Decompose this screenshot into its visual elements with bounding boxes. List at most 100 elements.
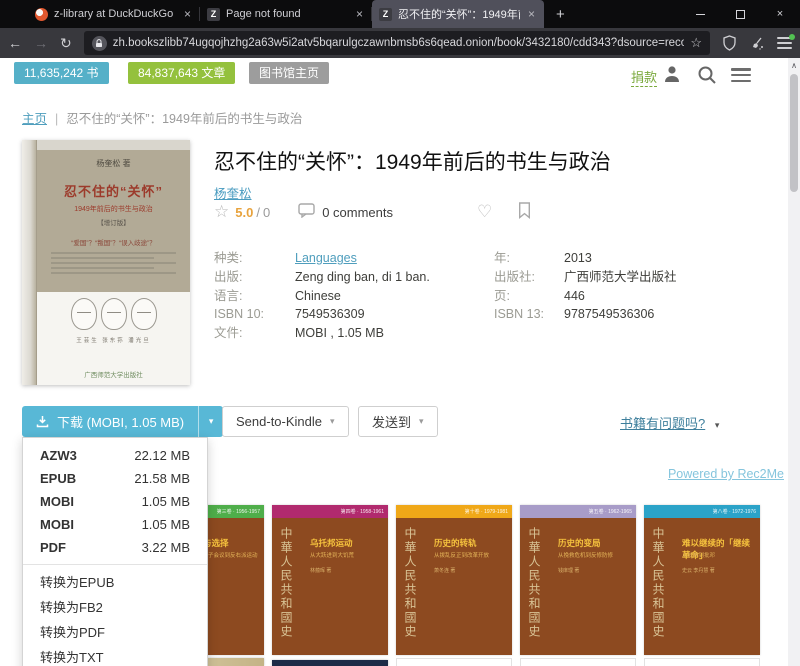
browser-menu-icon[interactable]	[777, 37, 792, 49]
languages-link[interactable]: Languages	[295, 251, 357, 265]
back-button[interactable]: ←	[8, 36, 22, 50]
tab-title: z-library at DuckDuckGo	[54, 8, 176, 20]
convert-option[interactable]: 转换为TXT	[23, 645, 207, 666]
download-format-item[interactable]: MOBI1.05 MB	[23, 490, 207, 513]
meta-label: ISBN 13:	[494, 305, 564, 324]
scroll-up-arrow-icon[interactable]: ∧	[788, 58, 800, 70]
recommended-book-cover[interactable]: 第四卷 · 1958-1961 中華人民共和國史 乌托邦运动 从大跃进到大饥荒 …	[272, 505, 388, 655]
report-book-link[interactable]: 书籍有问题吗?	[620, 416, 705, 431]
site-security-icon[interactable]	[92, 36, 107, 51]
zlibrary-favicon-icon: Z	[207, 8, 220, 21]
book-cover-image[interactable]: 杨奎松 著 忍不住的“关怀” 1949年前后的书生与政治 【增订版】 “爱国”？…	[22, 140, 190, 385]
send-to-button[interactable]: 发送到 ▾	[358, 406, 438, 437]
download-formats-menu: AZW322.12 MB EPUB21.58 MB MOBI1.05 MB MO…	[22, 437, 208, 666]
cover-title: 乌托邦运动	[310, 537, 382, 549]
download-button[interactable]: 下载 (MOBI, 1.05 MB)	[22, 406, 198, 437]
cover-title: 历史的变局	[558, 537, 630, 549]
search-icon[interactable]	[697, 65, 717, 85]
window-controls: ×	[680, 0, 800, 28]
portrait-sketch	[71, 298, 97, 330]
download-button-label: 下载 (MOBI, 1.05 MB)	[57, 412, 184, 431]
minimize-button[interactable]	[680, 0, 720, 28]
cover-band: 第十卷 · 1979-1981	[396, 505, 512, 518]
download-format-item[interactable]: MOBI1.05 MB	[23, 513, 207, 536]
cover-portraits	[37, 298, 190, 330]
cover-subtitle: 从拨乱反正到改革开放	[434, 551, 506, 559]
meta-label: 语言:	[214, 287, 295, 306]
meta-value: 7549536309	[295, 305, 365, 324]
cover-subtitle: 从挽救危机到反修防修	[558, 551, 630, 559]
tab-close-icon[interactable]: ×	[354, 7, 365, 21]
articles-count-badge[interactable]: 84,837,643 文章	[128, 62, 235, 84]
tab-page-not-found[interactable]: Z Page not found ×	[200, 0, 372, 28]
zlibrary-favicon-icon: Z	[379, 8, 392, 21]
reload-button[interactable]: ↻	[60, 36, 72, 50]
new-tab-button[interactable]: +	[544, 6, 577, 23]
new-identity-broom-icon[interactable]	[749, 36, 765, 51]
format-name: AZW3	[40, 448, 77, 463]
tab-book-page-active[interactable]: Z 忍不住的“关怀”：1949年前后的 ×	[372, 0, 544, 28]
cover-author: 林蕴晖 著	[310, 567, 382, 574]
scrollbar-thumb[interactable]	[790, 74, 798, 192]
url-bar[interactable]: zh.bookszlibb74ugqojhzhg2a63w5i2atv5bqar…	[84, 31, 710, 55]
donate-link[interactable]: 捐款	[631, 67, 657, 87]
meta-value: 9787549536306	[564, 305, 654, 324]
send-to-kindle-button[interactable]: Send-to-Kindle ▾	[222, 406, 349, 437]
cover-series-calligraphy: 中華人民共和國史	[402, 527, 419, 639]
portrait-sketch	[101, 298, 127, 330]
rating-star-icon[interactable]: ☆	[214, 202, 229, 222]
tab-close-icon[interactable]: ×	[182, 7, 193, 21]
favorite-heart-icon[interactable]: ♡	[477, 202, 492, 222]
comments-count[interactable]: 0 comments	[322, 205, 393, 220]
tab-duckduckgo[interactable]: z-library at DuckDuckGo ×	[28, 0, 200, 28]
convert-option[interactable]: 转换为FB2	[23, 595, 207, 620]
update-dot	[789, 34, 795, 40]
cover-band: 第八卷 · 1972-1976	[644, 505, 760, 518]
convert-label: 转换为FB2	[40, 600, 103, 615]
author-link[interactable]: 杨奎松	[214, 183, 252, 202]
site-menu-icon[interactable]	[731, 68, 751, 82]
cover-title: 忍不住的“关怀”	[37, 181, 190, 200]
comments-icon[interactable]	[298, 203, 315, 221]
shield-icon[interactable]	[722, 35, 737, 51]
convert-option[interactable]: 转换为PDF	[23, 620, 207, 645]
url-text: zh.bookszlibb74ugqojhzhg2a63w5i2atv5bqar…	[113, 37, 685, 49]
format-name: PDF	[40, 540, 66, 555]
format-size: 21.58 MB	[134, 471, 190, 486]
convert-option[interactable]: 转换为EPUB	[23, 570, 207, 595]
save-bookmark-icon[interactable]	[518, 202, 531, 222]
recommended-book-cover[interactable]: 第十卷 · 1979-1981 中華人民共和國史 历史的转轨 从拨乱反正到改革开…	[396, 505, 512, 655]
meta-value: 广西师范大学出版社	[564, 268, 677, 287]
bookmark-star-icon[interactable]: ☆	[690, 35, 702, 51]
navigation-bar: ← → ↻ zh.bookszlibb74ugqojhzhg2a63w5i2at…	[0, 28, 800, 58]
download-options-toggle[interactable]: ▾	[198, 406, 223, 437]
browser-window: z-library at DuckDuckGo × Z Page not fou…	[0, 0, 800, 666]
download-format-item[interactable]: PDF3.22 MB	[23, 536, 207, 559]
recommended-book-cover[interactable]: 第五卷 · 1962-1965 中華人民共和國史 历史的变局 从挽救危机到反修防…	[520, 505, 636, 655]
cover-text-lines	[51, 252, 176, 274]
recommended-book-cover-partial[interactable]	[272, 660, 388, 666]
cover-author: 史云 李丹慧 著	[682, 567, 754, 574]
page-scrollbar[interactable]: ∧	[788, 58, 800, 666]
tab-title: Page not found	[226, 8, 348, 20]
breadcrumb-home-link[interactable]: 主页	[22, 112, 47, 126]
recommended-cover-placeholder	[520, 658, 636, 666]
download-format-item[interactable]: AZW322.12 MB	[23, 444, 207, 467]
download-format-item[interactable]: EPUB21.58 MB	[23, 467, 207, 490]
cover-author: 萧冬连 著	[434, 567, 506, 574]
close-window-button[interactable]: ×	[760, 0, 800, 28]
cover-publisher: 广西师范大学出版社	[37, 369, 190, 379]
send-to-kindle-label: Send-to-Kindle	[236, 414, 322, 429]
powered-by-link[interactable]: Powered by Rec2Me	[668, 467, 784, 481]
maximize-button[interactable]	[720, 0, 760, 28]
tab-close-icon[interactable]: ×	[526, 7, 537, 21]
profile-icon[interactable]	[662, 64, 682, 83]
meta-value: 2013	[564, 249, 592, 268]
format-name: MOBI	[40, 517, 74, 532]
library-home-badge[interactable]: 图书馆主页	[249, 62, 329, 84]
books-count-badge[interactable]: 11,635,242 书	[14, 62, 109, 84]
menu-divider	[23, 564, 207, 565]
forward-button[interactable]: →	[34, 36, 48, 50]
recommended-book-cover[interactable]: 第八卷 · 1972-1976 中華人民共和國史 难以继续的「继续革命」 从批林…	[644, 505, 760, 655]
breadcrumb-separator: |	[55, 112, 58, 126]
